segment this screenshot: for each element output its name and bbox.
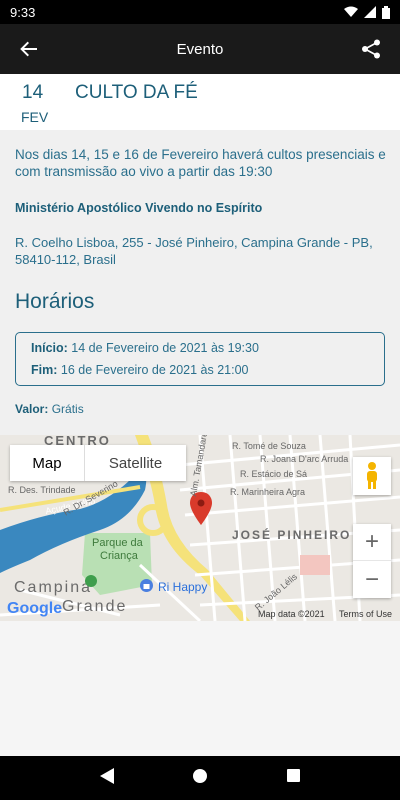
price-label: Valor: [15, 402, 49, 416]
start-value: 14 de Fevereiro de 2021 às 19:30 [71, 341, 259, 355]
start-label: Início: [31, 341, 68, 355]
map-type-map-button[interactable]: Map [10, 445, 84, 481]
square-recents-icon [287, 769, 301, 782]
map-label-estacio-sa: R. Estácio de Sá [240, 469, 308, 479]
share-button[interactable] [358, 36, 384, 62]
map-label-ri-happy: Ri Happy [158, 580, 208, 594]
map-attribution: Map data ©2021 [258, 609, 325, 619]
end-value: 16 de Fevereiro de 2021 às 21:00 [60, 363, 249, 377]
status-time: 9:33 [10, 4, 36, 20]
schedule-start: Início: 14 de Fevereiro de 2021 às 19:30 [31, 341, 259, 355]
schedule-box: Início: 14 de Fevereiro de 2021 às 19:30… [15, 332, 385, 386]
pegman-icon [367, 462, 377, 489]
zoom-in-button[interactable]: + [353, 524, 391, 561]
event-description: Nos dias 14, 15 e 16 de Fevereiro haverá… [15, 147, 386, 179]
app-title: Evento [176, 40, 224, 58]
arrow-back-icon [20, 41, 37, 57]
event-day: 14 [22, 82, 44, 103]
map-label-tome-souza: R. Tomé de Souza [232, 441, 306, 451]
system-nav-bar [0, 756, 400, 800]
battery-icon [382, 5, 390, 19]
event-title: CULTO DA FÉ [75, 82, 198, 103]
price-value: Grátis [51, 402, 84, 416]
share-icon [361, 39, 380, 59]
schedule-end: Fim: 16 de Fevereiro de 2021 às 21:00 [31, 363, 249, 377]
map-label-des-trindade: R. Des. Trindade [8, 485, 76, 495]
schedule-heading: Horários [15, 290, 95, 313]
nav-home-button[interactable] [193, 768, 208, 788]
wifi-icon [344, 6, 358, 17]
street-view-pegman[interactable] [353, 457, 391, 495]
map-type-toggle: Map Satellite [10, 445, 186, 481]
event-address[interactable]: R. Coelho Lisboa, 255 - José Pinheiro, C… [15, 234, 390, 268]
event-organization: Ministério Apostólico Vivendo no Espírit… [15, 201, 263, 215]
empty-area [0, 621, 400, 756]
status-icons [344, 5, 390, 19]
map-terms-link[interactable]: Terms of Use [339, 609, 392, 619]
google-logo: Google [7, 600, 62, 618]
shopping-bag-icon [140, 579, 153, 595]
event-map[interactable]: CENTRO JOSÉ PINHEIRO Campina Grande Açud… [0, 435, 400, 621]
event-price: Valor: Grátis [15, 402, 84, 416]
google-logo-text: Google [7, 600, 63, 617]
circle-home-icon [193, 768, 208, 783]
map-label-crianca: Criança [100, 550, 138, 562]
event-month: FEV [21, 109, 49, 125]
signal-icon [364, 6, 376, 18]
nav-recents-button[interactable] [287, 769, 301, 787]
triangle-back-icon [99, 767, 114, 784]
zoom-out-button[interactable]: − [353, 561, 391, 598]
park-icon [85, 575, 97, 590]
back-button[interactable] [16, 36, 42, 62]
map-label-grande: Grande [62, 598, 128, 615]
event-header: 14 FEV CULTO DA FÉ [0, 74, 400, 130]
map-label-campina: Campina [14, 579, 93, 596]
end-label: Fim: [31, 363, 58, 377]
map-label-joana-darc: R. Joana D'arc Arruda [260, 454, 349, 464]
status-bar: 9:33 [0, 0, 400, 24]
map-zoom-controls: + − [353, 524, 391, 598]
event-details: Nos dias 14, 15 e 16 de Fevereiro haverá… [0, 130, 400, 435]
map-label-jose-pinheiro: JOSÉ PINHEIRO [232, 528, 352, 542]
map-label-parque: Parque da [92, 537, 143, 549]
nav-back-button[interactable] [99, 767, 114, 789]
map-type-satellite-button[interactable]: Satellite [84, 445, 186, 481]
app-bar: Evento [0, 24, 400, 74]
map-label-marinheira: R. Marinheira Agra [230, 487, 306, 497]
